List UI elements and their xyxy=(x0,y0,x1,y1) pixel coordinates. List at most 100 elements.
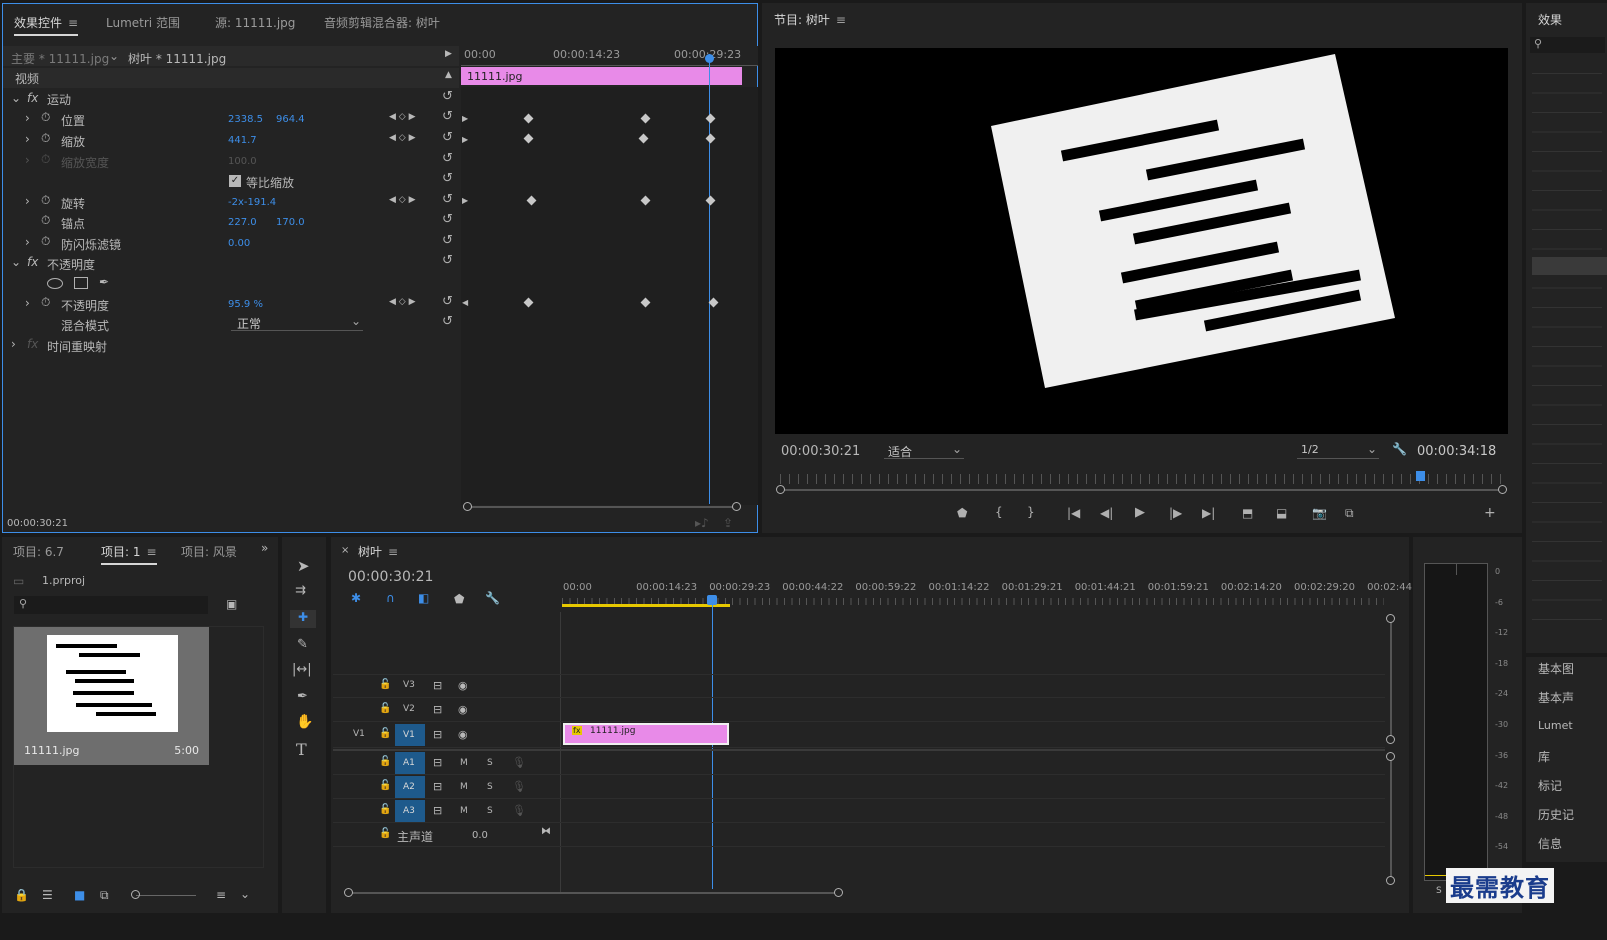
work-area-bar[interactable] xyxy=(562,604,730,607)
razor-tool-icon[interactable]: ✎ xyxy=(297,637,308,652)
chevron-down-icon[interactable]: ⌄ xyxy=(109,49,119,63)
sort-icon[interactable]: ≡ xyxy=(216,888,226,902)
source-patch-v1[interactable]: V1 xyxy=(353,729,365,739)
reset-icon[interactable]: ↺ xyxy=(442,253,453,268)
track-v2[interactable] xyxy=(333,698,1385,722)
effects-search-input[interactable]: ⚲ xyxy=(1530,37,1605,53)
video-vscroll[interactable] xyxy=(1390,618,1392,740)
pen-tool-icon[interactable]: ✒ xyxy=(297,689,308,704)
lock-icon[interactable]: 🔓 xyxy=(379,780,391,791)
master-clip-label[interactable]: 主要 * 11111.jpg xyxy=(11,50,109,67)
scroll-handle[interactable] xyxy=(344,888,353,897)
icon-view-icon[interactable]: ■ xyxy=(74,888,85,902)
reset-icon[interactable]: ↺ xyxy=(442,130,453,145)
mute-button[interactable]: M xyxy=(460,806,468,816)
filter-icon[interactable]: ▸♪ xyxy=(695,516,709,530)
expand-arrow-icon[interactable]: › xyxy=(25,111,30,125)
reset-icon[interactable]: ↺ xyxy=(442,171,453,186)
scroll-handle[interactable] xyxy=(1498,485,1507,494)
selection-tool-icon[interactable]: ➤ xyxy=(297,557,310,575)
eye-icon[interactable]: ◉ xyxy=(458,703,468,716)
lock-icon[interactable]: 🔓 xyxy=(379,804,391,815)
timeline-hscroll[interactable] xyxy=(348,892,842,894)
track-v1[interactable] xyxy=(333,722,1385,748)
blend-mode-select[interactable]: 正常 ⌄ xyxy=(231,314,363,331)
scroll-handle[interactable] xyxy=(1386,735,1395,744)
keyframe-nav-icon[interactable]: ◀ ◇ ▶ xyxy=(389,112,416,122)
panel-item[interactable]: 信息 xyxy=(1538,835,1562,852)
timeline-timecode[interactable]: 00:00:30:21 xyxy=(348,569,433,585)
tab-effect-controls[interactable]: 效果控件 ≡ xyxy=(14,14,79,36)
lock-icon[interactable]: 🔓 xyxy=(379,756,391,767)
add-button-icon[interactable]: + xyxy=(1484,505,1496,521)
reset-icon[interactable]: ↺ xyxy=(442,192,453,207)
pen-mask-icon[interactable]: ✒ xyxy=(99,275,109,289)
chevron-down-icon[interactable]: ⌄ xyxy=(240,887,250,901)
step-forward-icon[interactable]: |▶ xyxy=(1169,506,1182,520)
go-to-out-icon[interactable]: ▶| xyxy=(1202,506,1215,520)
track-select-tool-icon[interactable]: ⇉ xyxy=(295,583,306,598)
position-x[interactable]: 2338.5 xyxy=(228,114,263,125)
lock-icon[interactable]: 🔒 xyxy=(14,888,29,902)
wrench-icon[interactable]: 🔧 xyxy=(1392,442,1407,456)
sync-icon[interactable]: ⊟ xyxy=(433,756,442,769)
scroll-up-icon[interactable]: ▲ xyxy=(445,70,452,80)
expand-arrow-icon[interactable]: › xyxy=(25,235,30,249)
add-marker-icon[interactable]: ⬟ xyxy=(454,592,464,606)
mic-icon[interactable]: 🎙 xyxy=(512,756,526,769)
compare-icon[interactable]: ⧉ xyxy=(1345,506,1354,521)
scroll-handle[interactable] xyxy=(776,485,785,494)
reset-icon[interactable]: ↺ xyxy=(442,294,453,309)
bow-tie-icon[interactable]: ⧓ xyxy=(541,826,551,837)
rectangle-mask-icon[interactable] xyxy=(74,277,88,289)
sequence-clip-label[interactable]: 树叶 * 11111.jpg xyxy=(128,50,226,67)
fit-select[interactable]: 适合 ⌄ xyxy=(884,442,964,459)
ec-playhead-handle[interactable] xyxy=(705,54,714,63)
solo-button[interactable]: S xyxy=(487,758,493,768)
scroll-handle[interactable] xyxy=(834,888,843,897)
ripple-tool-icon[interactable]: ✚ xyxy=(290,610,316,628)
sync-icon[interactable]: ⊟ xyxy=(433,728,442,741)
expand-arrow-icon[interactable]: › xyxy=(25,296,30,310)
expand-arrow-icon[interactable]: › xyxy=(25,194,30,208)
solo-button[interactable]: S xyxy=(1436,886,1442,896)
mic-icon[interactable]: 🎙 xyxy=(512,804,526,817)
program-video-frame[interactable] xyxy=(775,48,1508,434)
selected-folder-row[interactable] xyxy=(1532,257,1607,275)
position-y[interactable]: 964.4 xyxy=(276,114,305,125)
keyframe-nav-icon[interactable]: ◀ ◇ ▶ xyxy=(389,297,416,307)
master-track-value[interactable]: 0.0 xyxy=(472,830,488,841)
scroll-handle[interactable] xyxy=(1386,752,1395,761)
stopwatch-icon[interactable]: ⏱ xyxy=(41,234,50,249)
expand-arrow-icon[interactable]: › xyxy=(11,337,16,351)
project-search-input[interactable]: ⚲ xyxy=(14,596,208,614)
reset-icon[interactable]: ↺ xyxy=(442,212,453,227)
program-zoom-bar[interactable] xyxy=(782,489,1502,491)
stopwatch-icon[interactable]: ⏱ xyxy=(41,110,50,125)
scroll-handle[interactable] xyxy=(732,502,741,511)
wrench-icon[interactable]: 🔧 xyxy=(485,591,500,605)
stopwatch-icon[interactable]: ⏱ xyxy=(41,213,50,228)
solo-button[interactable]: S xyxy=(487,806,493,816)
list-view-icon[interactable]: ☰ xyxy=(42,888,53,902)
expand-opacity-icon[interactable]: ⌄ xyxy=(11,255,21,269)
keyframe-nav-icon[interactable]: ◀ ◇ ▶ xyxy=(389,195,416,205)
program-playhead[interactable] xyxy=(1416,471,1425,481)
timeline-playhead-handle[interactable] xyxy=(707,595,717,605)
eye-icon[interactable]: ◉ xyxy=(458,728,468,741)
nest-icon[interactable]: ✱ xyxy=(351,591,361,605)
lock-icon[interactable]: 🔓 xyxy=(379,679,391,690)
panel-item[interactable]: 基本声 xyxy=(1538,689,1574,706)
tab-project-1[interactable]: 项目: 1 ≡ xyxy=(101,543,157,565)
freeform-view-icon[interactable]: ⧉ xyxy=(100,888,109,903)
program-ruler-ticks[interactable] xyxy=(780,474,1502,484)
quality-select[interactable]: 1/2 ⌄ xyxy=(1297,442,1379,459)
reset-icon[interactable]: ↺ xyxy=(442,314,453,329)
lock-icon[interactable]: 🔓 xyxy=(379,828,391,839)
go-to-in-icon[interactable]: |◀ xyxy=(1067,506,1080,520)
lock-icon[interactable]: 🔓 xyxy=(379,728,391,739)
expand-arrow-icon[interactable]: › xyxy=(25,132,30,146)
scroll-handle[interactable] xyxy=(463,502,472,511)
play-icon[interactable]: ▶ xyxy=(1135,505,1145,520)
mark-in-icon[interactable]: { xyxy=(995,505,1003,519)
